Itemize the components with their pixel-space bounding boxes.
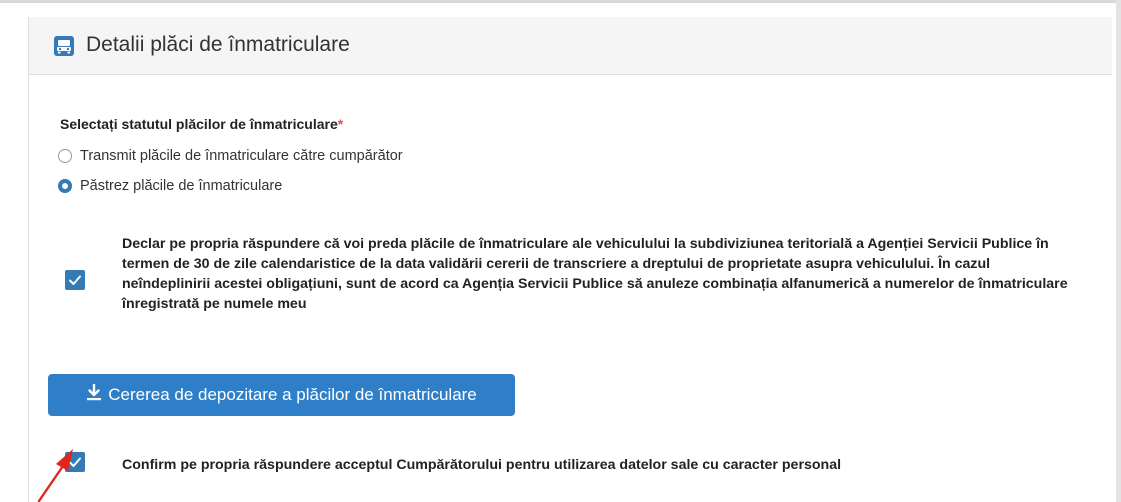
car-icon <box>53 35 75 57</box>
plate-status-label: Selectați statutul plăcilor de înmatricu… <box>60 116 343 132</box>
radio-option-transmit[interactable]: Transmit plăcile de înmatriculare către … <box>58 147 403 165</box>
confirmation-text: Confirm pe propria răspundere acceptul C… <box>122 457 842 473</box>
panel-title: Detalii plăci de înmatriculare <box>86 33 350 56</box>
required-mark: * <box>337 116 344 132</box>
download-request-label: Cererea de depozitare a plăcilor de înma… <box>108 385 477 404</box>
page: Detalii plăci de înmatriculare Selectați… <box>0 0 1121 502</box>
download-request-button[interactable]: Cererea de depozitare a plăcilor de înma… <box>48 374 515 416</box>
radio-button-keep[interactable] <box>58 179 72 193</box>
radio-option-keep[interactable]: Păstrez plăcile de înmatriculare <box>58 177 282 195</box>
plate-status-label-text: Selectați statutul plăcilor de înmatricu… <box>60 116 338 132</box>
radio-label-keep: Păstrez plăcile de înmatriculare <box>80 178 283 194</box>
download-icon <box>86 383 102 406</box>
check-icon <box>69 275 81 285</box>
top-border <box>0 0 1121 3</box>
radio-button-transmit[interactable] <box>58 149 72 163</box>
annotation-arrow-icon <box>37 449 73 502</box>
radio-label-transmit: Transmit plăcile de înmatriculare către … <box>80 148 403 164</box>
panel-header: Detalii plăci de înmatriculare <box>29 17 1112 75</box>
scrollbar-track[interactable] <box>1116 0 1121 502</box>
declaration-checkbox[interactable] <box>65 270 85 290</box>
declaration-text: Declar pe propria răspundere că voi pred… <box>122 236 1068 312</box>
